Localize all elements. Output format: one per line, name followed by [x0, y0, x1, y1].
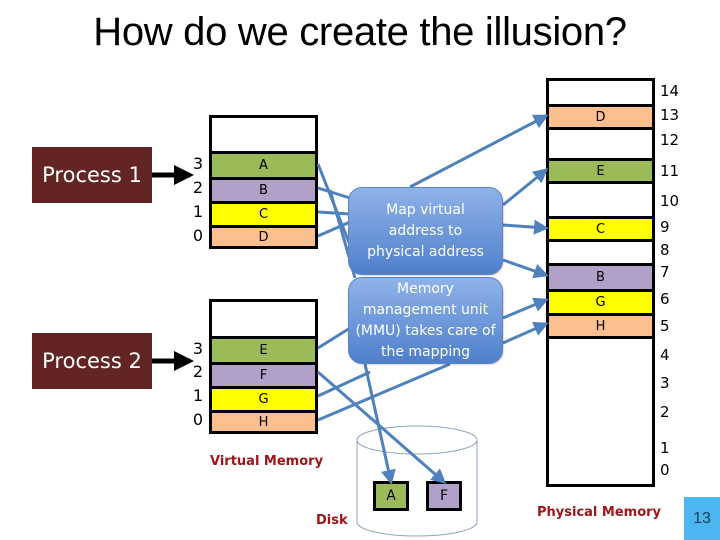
frame-6: G	[549, 289, 652, 313]
page-content: G	[258, 392, 269, 407]
frame-number-7: 7	[660, 263, 670, 281]
vm1-page-0: D	[212, 225, 315, 246]
line-to-frame-5	[502, 321, 549, 345]
page-content: C	[258, 207, 269, 222]
line-c-to-mmu	[317, 210, 351, 216]
line-h-to-mmu	[317, 362, 451, 422]
frame-content: D	[595, 109, 606, 125]
line-e-to-mmu	[317, 326, 351, 350]
line-b-to-mmu	[317, 186, 351, 200]
mmu-map-box: Map virtual address to physical address	[348, 187, 503, 275]
line-to-frame-6	[502, 297, 549, 320]
process-2-label: Process 2	[42, 349, 142, 373]
frame-5: H	[549, 313, 652, 339]
frame-13: D	[549, 104, 652, 130]
block-content: F	[439, 488, 449, 504]
frame-content: B	[596, 270, 605, 285]
line-to-frame-9	[502, 219, 549, 235]
frame-number-4: 4	[660, 346, 670, 364]
page-content: H	[258, 414, 269, 430]
page-content: B	[259, 183, 268, 198]
vm1-page-2: B	[212, 177, 315, 201]
frame-number-12: 12	[660, 131, 680, 149]
vm1-index-3: 3	[192, 154, 204, 173]
virtual-memory-process-1: A B C D	[209, 115, 318, 249]
frame-number-2: 2	[660, 403, 670, 421]
frame-number-1: 1	[660, 439, 670, 457]
line-g-to-mmu	[317, 370, 371, 398]
mmu-map-text: Map virtual address to physical address	[367, 201, 484, 260]
mmu-description-box: Memory management unit (MMU) takes care …	[348, 277, 503, 364]
process-1-box: Process 1	[32, 147, 152, 203]
frame-content: E	[596, 163, 605, 179]
frame-content: G	[595, 295, 606, 310]
page-content: D	[258, 229, 269, 245]
page-content: E	[259, 343, 268, 358]
frame-number-14: 14	[660, 82, 680, 100]
vm1-index-1: 1	[192, 202, 204, 221]
disk-block-a: A	[373, 481, 409, 511]
page-content: F	[259, 368, 268, 383]
physical-memory-label: Physical Memory	[537, 505, 662, 520]
slide-number: 13	[693, 509, 711, 527]
page-content: A	[259, 158, 268, 173]
disk-block-f: F	[426, 481, 462, 511]
frame-number-11: 11	[660, 162, 680, 180]
frame-9: C	[549, 216, 652, 242]
frame-number-0: 0	[660, 461, 670, 479]
line-d-to-mmu	[317, 220, 351, 238]
line-to-frame-7	[502, 258, 549, 279]
mmu-description-text: Memory management unit (MMU) takes care …	[355, 280, 496, 360]
vm2-index-2: 2	[192, 362, 204, 381]
frame-number-6: 6	[660, 290, 670, 308]
slide-number-badge: 13	[684, 497, 720, 540]
vm1-index-0: 0	[192, 226, 204, 245]
vm2-page-3: E	[212, 336, 315, 362]
virtual-memory-process-2: E F G H	[209, 299, 318, 434]
line-f-to-disk	[317, 370, 447, 484]
frame-7: B	[549, 263, 652, 289]
frame-11: E	[549, 158, 652, 184]
process-2-box: Process 2	[32, 333, 152, 389]
vm2-page-2: F	[212, 362, 315, 386]
line-a-to-disk	[316, 163, 352, 246]
line-to-frame-13	[409, 114, 549, 189]
vm1-page-3: A	[212, 151, 315, 177]
frame-number-9: 9	[660, 218, 670, 236]
vm1-page-1: C	[212, 201, 315, 225]
virtual-memory-label: Virtual Memory	[210, 454, 324, 469]
frame-number-13: 13	[660, 106, 680, 124]
frame-content: C	[595, 221, 606, 237]
vm2-index-0: 0	[192, 410, 204, 429]
line-to-frame-11	[502, 168, 549, 207]
frame-content: H	[595, 318, 606, 334]
line-mmu-to-disk-a	[363, 363, 396, 485]
slide-title: How do we create the illusion?	[93, 10, 627, 54]
vm2-index-1: 1	[192, 386, 204, 405]
vm2-index-3: 3	[192, 339, 204, 358]
vm2-page-0: H	[212, 410, 315, 431]
frame-number-10: 10	[660, 192, 680, 210]
frame-number-5: 5	[660, 317, 670, 335]
physical-memory: D E C B G H	[546, 78, 655, 487]
frame-number-8: 8	[660, 241, 670, 259]
vm2-page-1: G	[212, 386, 315, 410]
vm1-index-2: 2	[192, 178, 204, 197]
frame-number-3: 3	[660, 374, 670, 392]
process-1-label: Process 1	[42, 163, 142, 187]
disk-label: Disk	[316, 513, 348, 528]
block-content: A	[386, 488, 396, 504]
